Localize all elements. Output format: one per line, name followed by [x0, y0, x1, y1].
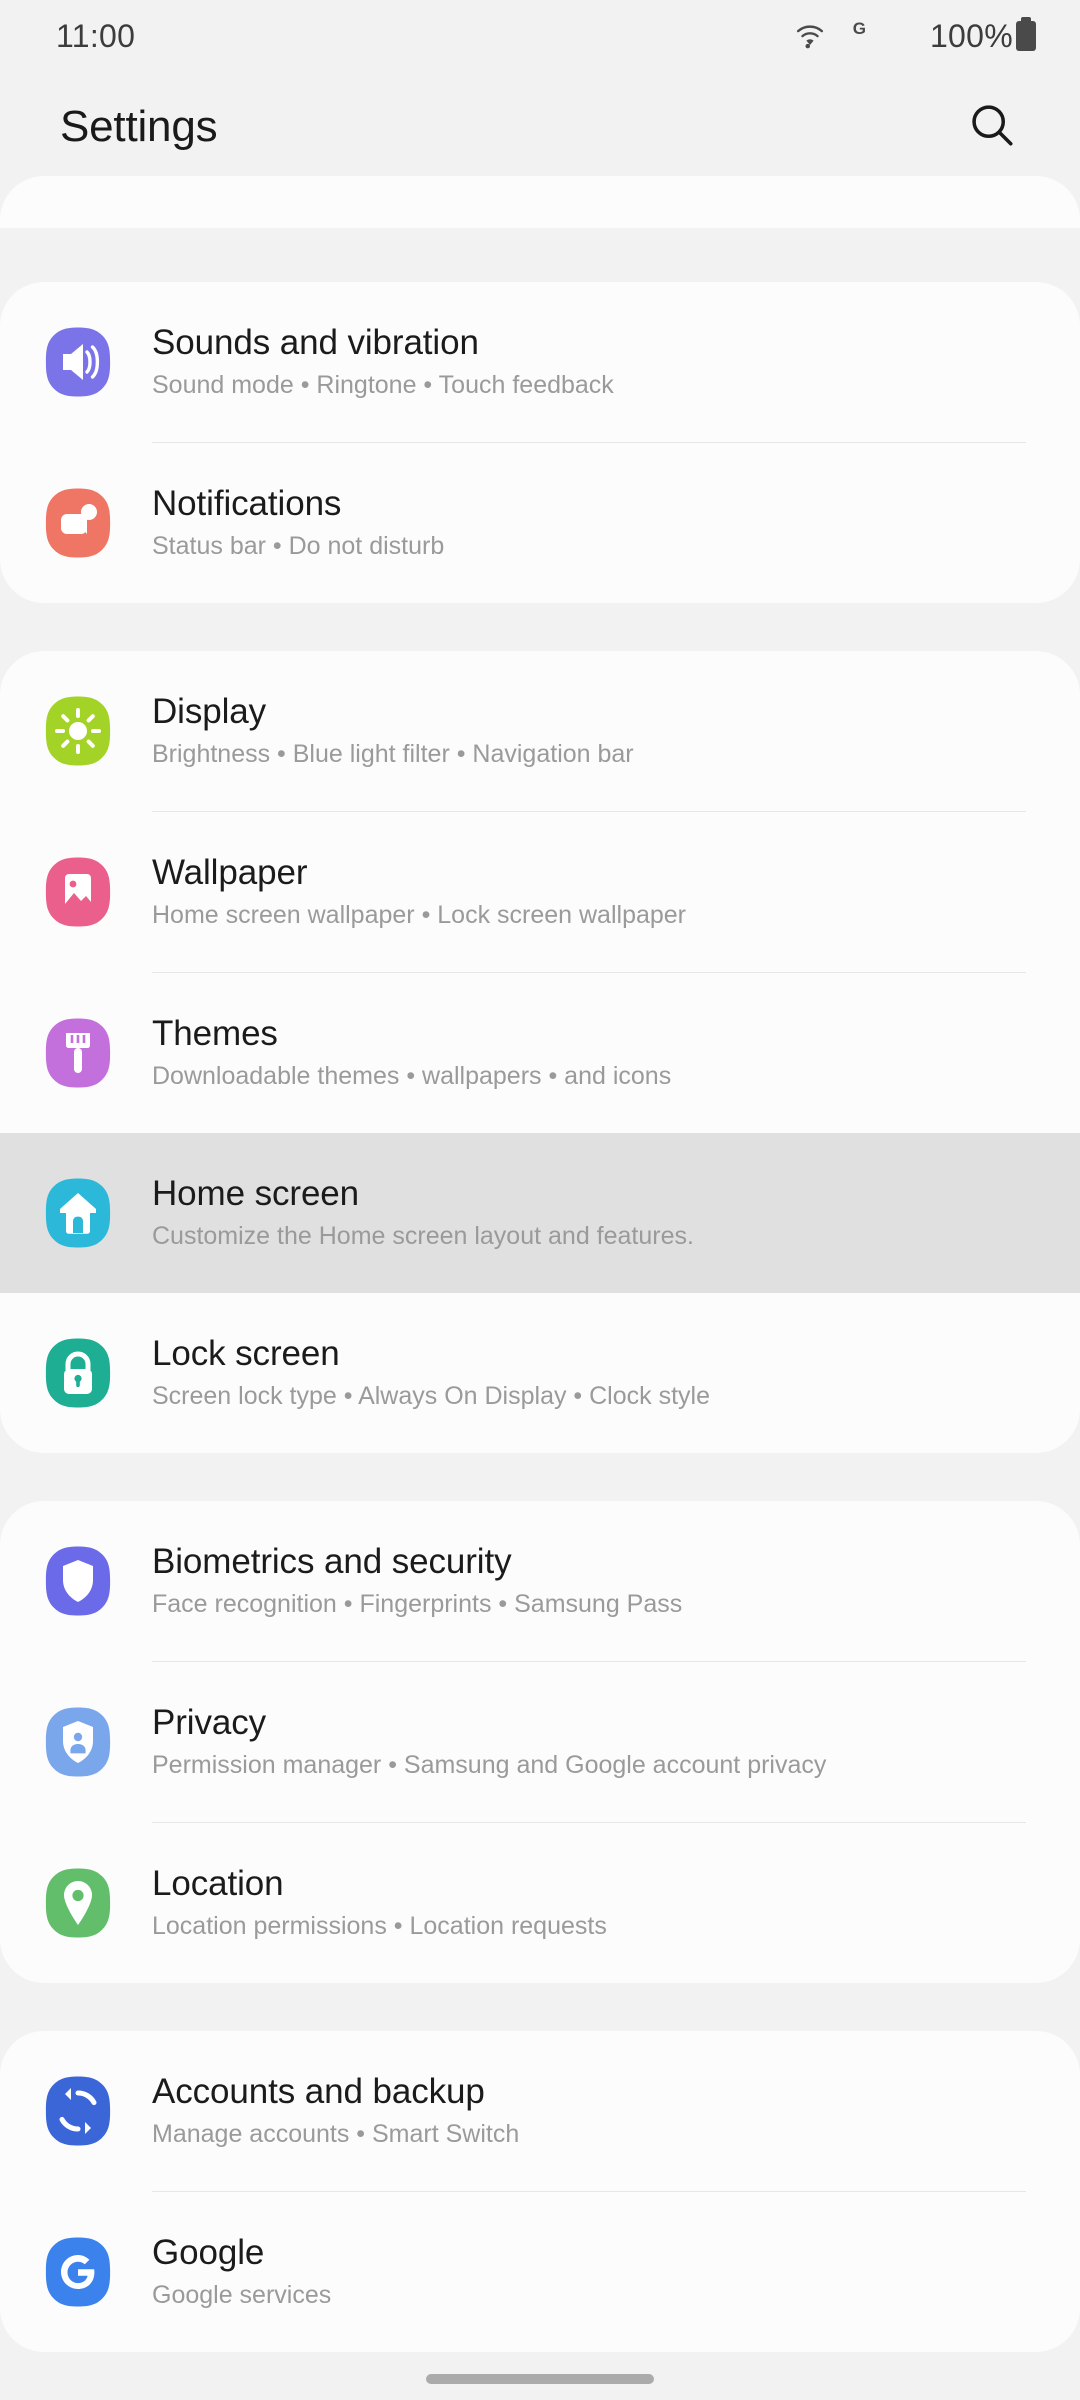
row-text: Display Brightness • Blue light filter • … [152, 692, 634, 770]
settings-row-location[interactable]: Location Location permissions • Location … [0, 1823, 1080, 1983]
settings-screen: 11:00 G 100% Settings Sounds and vibrati… [0, 0, 1080, 2400]
image-icon [42, 856, 114, 928]
wifi-icon [793, 22, 827, 50]
row-text: Location Location permissions • Location … [152, 1864, 607, 1942]
row-subtitle: Screen lock type • Always On Display • C… [152, 1382, 710, 1411]
battery-full-icon [1016, 17, 1036, 51]
row-title: Notifications [152, 484, 342, 524]
row-title: Biometrics and security [152, 1542, 512, 1582]
row-title: Google [152, 2233, 265, 2273]
settings-card-display-personalization: Display Brightness • Blue light filter • … [0, 651, 1080, 1453]
settings-row-accounts-and-backup[interactable]: Accounts and backup Manage accounts • Sma… [0, 2031, 1080, 2191]
row-title: Themes [152, 1014, 278, 1054]
row-subtitle: Home screen wallpaper • Lock screen wall… [152, 901, 687, 930]
settings-row-biometrics-and-security[interactable]: Biometrics and security Face recognition … [0, 1501, 1080, 1661]
status-bar-icons: G 100% [793, 17, 1036, 55]
status-bar-clock: 11:00 [56, 17, 136, 54]
settings-card-security-privacy: Biometrics and security Face recognition … [0, 1501, 1080, 1983]
brightness-icon [42, 695, 114, 767]
settings-row-google[interactable]: Google Google services [0, 2192, 1080, 2352]
row-text: Home screen Customize the Home screen lay… [152, 1174, 694, 1252]
row-title: Display [152, 692, 267, 732]
page-title: Settings [60, 102, 218, 151]
row-text: Biometrics and security Face recognition … [152, 1542, 682, 1620]
row-subtitle: Google services [152, 2281, 332, 2310]
row-subtitle: Brightness • Blue light filter • Navigat… [152, 740, 634, 769]
status-bar: 11:00 G 100% [0, 0, 1080, 72]
settings-card-sound-notifications: Sounds and vibration Sound mode • Rington… [0, 282, 1080, 603]
home-indicator[interactable] [426, 2374, 654, 2384]
row-title: Sounds and vibration [152, 323, 479, 363]
lock-icon [42, 1337, 114, 1409]
row-subtitle: Downloadable themes • wallpapers • and i… [152, 1062, 672, 1091]
row-text: Privacy Permission manager • Samsung and … [152, 1703, 826, 1781]
shield-person-icon [42, 1706, 114, 1778]
row-subtitle: Manage accounts • Smart Switch [152, 2120, 520, 2149]
home-icon [42, 1177, 114, 1249]
row-text: Wallpaper Home screen wallpaper • Lock sc… [152, 853, 686, 931]
google-g-icon [42, 2236, 114, 2308]
notification-icon [42, 487, 114, 559]
row-subtitle: Sound mode • Ringtone • Touch feedback [152, 371, 614, 400]
settings-card-partial-top [0, 176, 1080, 228]
row-subtitle: Permission manager • Samsung and Google … [152, 1751, 827, 1780]
volume-icon [42, 326, 114, 398]
row-title: Wallpaper [152, 853, 308, 893]
row-title: Privacy [152, 1703, 267, 1743]
settings-row-home-screen[interactable]: Home screen Customize the Home screen lay… [0, 1133, 1080, 1293]
row-text: Sounds and vibration Sound mode • Rington… [152, 323, 614, 401]
row-subtitle: Face recognition • Fingerprints • Samsun… [152, 1590, 683, 1619]
shield-icon [42, 1545, 114, 1617]
settings-row-sounds-and-vibration[interactable]: Sounds and vibration Sound mode • Rington… [0, 282, 1080, 442]
page-header: Settings [0, 72, 1080, 182]
sync-icon [42, 2075, 114, 2147]
settings-row-notifications[interactable]: Notifications Status bar • Do not disturb [0, 443, 1080, 603]
battery-percent-label: 100% [929, 17, 1013, 54]
search-button[interactable] [956, 91, 1028, 163]
location-pin-icon [42, 1867, 114, 1939]
row-title: Lock screen [152, 1334, 340, 1374]
settings-list[interactable]: Sounds and vibration Sound mode • Rington… [0, 176, 1080, 2352]
settings-row-themes[interactable]: Themes Downloadable themes • wallpapers •… [0, 973, 1080, 1133]
settings-row-lock-screen[interactable]: Lock screen Screen lock type • Always On … [0, 1293, 1080, 1453]
settings-row-wallpaper[interactable]: Wallpaper Home screen wallpaper • Lock sc… [0, 812, 1080, 972]
row-subtitle: Location permissions • Location requests [152, 1912, 607, 1941]
row-text: Google Google services [152, 2233, 331, 2311]
settings-row-privacy[interactable]: Privacy Permission manager • Samsung and … [0, 1662, 1080, 1822]
row-subtitle: Status bar • Do not disturb [152, 532, 445, 561]
row-text: Accounts and backup Manage accounts • Sma… [152, 2072, 519, 2150]
row-text: Themes Downloadable themes • wallpapers •… [152, 1014, 671, 1092]
network-type-label: G [852, 19, 866, 38]
paintbrush-icon [42, 1017, 114, 1089]
search-icon [967, 100, 1017, 155]
row-subtitle: Customize the Home screen layout and fea… [152, 1222, 694, 1251]
row-title: Accounts and backup [152, 2072, 485, 2112]
row-title: Home screen [152, 1174, 360, 1214]
row-title: Location [152, 1864, 284, 1904]
settings-row-display[interactable]: Display Brightness • Blue light filter • … [0, 651, 1080, 811]
row-text: Notifications Status bar • Do not disturb [152, 484, 444, 562]
row-text: Lock screen Screen lock type • Always On … [152, 1334, 710, 1412]
settings-card-accounts-google: Accounts and backup Manage accounts • Sma… [0, 2031, 1080, 2352]
